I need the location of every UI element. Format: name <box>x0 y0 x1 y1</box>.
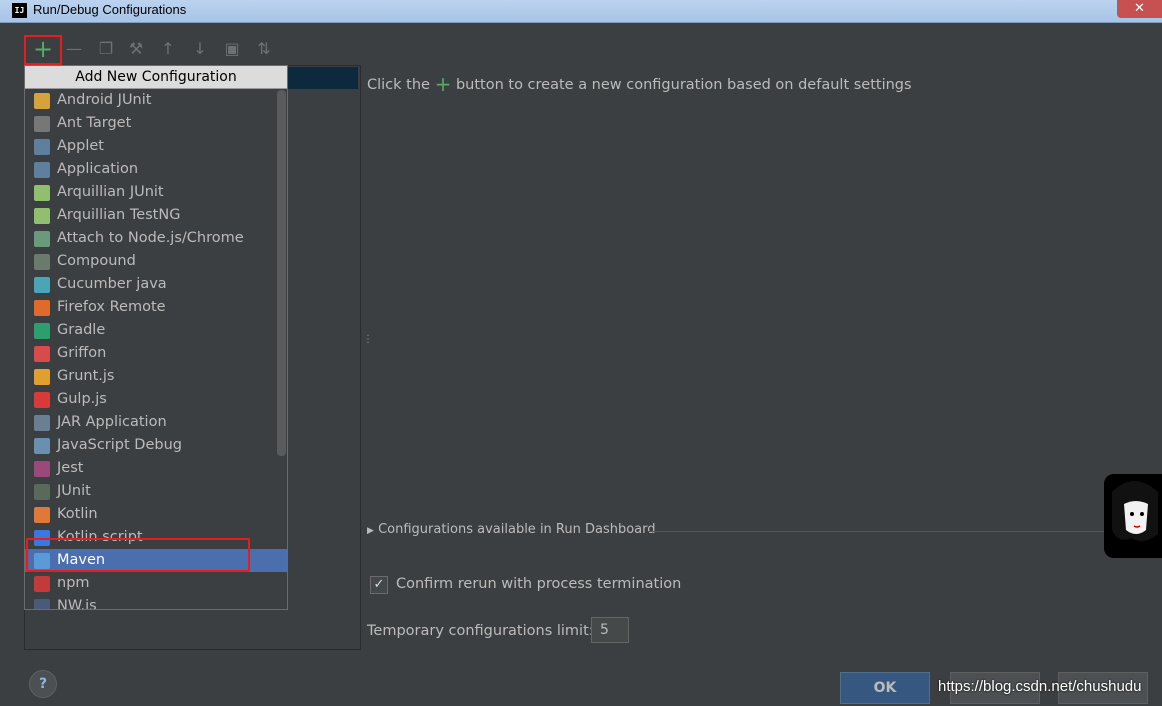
add-configuration-popup: Add New Configuration Android JUnit Ant T… <box>24 65 288 610</box>
sort-icon[interactable]: ⇅ <box>250 35 278 63</box>
expand-triangle-icon: ▶ <box>367 526 374 536</box>
arquillian-icon <box>34 208 50 224</box>
config-type-label: Android JUnit <box>57 92 152 108</box>
config-type-griffon[interactable]: Griffon <box>25 342 287 365</box>
config-type-attach-to-node-js-chrome[interactable]: Attach to Node.js/Chrome <box>25 227 287 250</box>
divider <box>648 531 1108 532</box>
temp-limit-input[interactable]: 5 <box>591 617 629 643</box>
junit-icon <box>34 484 50 500</box>
config-type-label: Gradle <box>57 322 106 338</box>
config-type-label: Arquillian JUnit <box>57 184 164 200</box>
title-bar: IJ Run/Debug Configurations ✕ <box>0 0 1162 23</box>
copy-icon[interactable]: ❐ <box>92 35 120 63</box>
compound-icon <box>34 254 50 270</box>
config-type-jar-application[interactable]: JAR Application <box>25 411 287 434</box>
jest-icon <box>34 461 50 477</box>
run-dashboard-label: Configurations available in Run Dashboar… <box>378 522 656 537</box>
config-type-compound[interactable]: Compound <box>25 250 287 273</box>
applet-icon <box>34 139 50 155</box>
grunt-icon <box>34 369 50 385</box>
hint-suffix: button to create a new configuration bas… <box>455 77 912 93</box>
config-type-npm[interactable]: npm <box>25 572 287 595</box>
temp-limit-label: Temporary configurations limit: <box>367 623 594 639</box>
watermark: https://blog.csdn.net/chushudu <box>938 678 1142 695</box>
config-type-jest[interactable]: Jest <box>25 457 287 480</box>
config-type-nw-js[interactable]: NW.js <box>25 595 287 610</box>
android-junit-icon <box>34 93 50 109</box>
cucumber-icon <box>34 277 50 293</box>
config-type-label: Ant Target <box>57 115 132 131</box>
folder-icon[interactable]: ▣ <box>218 35 246 63</box>
config-type-label: Cucumber java <box>57 276 167 292</box>
griffon-icon <box>34 346 50 362</box>
configurations-toolbar: + — ❐ ⚒ ↑ ↓ ▣ ⇅ <box>24 35 284 65</box>
config-type-applet[interactable]: Applet <box>25 135 287 158</box>
popup-scrollbar[interactable] <box>277 90 286 456</box>
config-type-javascript-debug[interactable]: JavaScript Debug <box>25 434 287 457</box>
config-type-ant-target[interactable]: Ant Target <box>25 112 287 135</box>
firefox-icon <box>34 300 50 316</box>
config-type-android-junit[interactable]: Android JUnit <box>25 89 287 112</box>
config-type-gradle[interactable]: Gradle <box>25 319 287 342</box>
config-type-label: Applet <box>57 138 104 154</box>
config-type-kotlin[interactable]: Kotlin <box>25 503 287 526</box>
config-type-label: JAR Application <box>57 414 167 430</box>
empty-state-hint: Click the + button to create a new confi… <box>367 72 912 96</box>
config-type-label: Jest <box>57 460 84 476</box>
kotlin-icon <box>34 507 50 523</box>
js-debug-icon <box>34 438 50 454</box>
intellij-app-icon: IJ <box>12 3 27 18</box>
help-button[interactable]: ? <box>29 670 57 698</box>
config-type-label: Kotlin <box>57 506 98 522</box>
config-type-application[interactable]: Application <box>25 158 287 181</box>
tree-selection-highlight <box>286 67 358 89</box>
config-type-label: Griffon <box>57 345 107 361</box>
move-up-icon[interactable]: ↑ <box>154 35 182 63</box>
application-icon <box>34 162 50 178</box>
hint-prefix: Click the <box>367 77 430 93</box>
edit-defaults-icon[interactable]: ⚒ <box>122 35 150 63</box>
avatar <box>1104 474 1162 558</box>
configuration-type-list: Android JUnit Ant Target Applet Application… <box>25 89 287 610</box>
confirm-rerun-label: Confirm rerun with process termination <box>396 576 682 592</box>
ant-icon <box>34 116 50 132</box>
config-type-label: Arquillian TestNG <box>57 207 181 223</box>
config-type-gulp-js[interactable]: Gulp.js <box>25 388 287 411</box>
jar-icon <box>34 415 50 431</box>
maven-highlight-box <box>26 538 250 572</box>
config-type-label: NW.js <box>57 598 97 610</box>
popup-header: Add New Configuration <box>25 66 287 89</box>
add-configuration-button[interactable]: + <box>24 35 62 65</box>
config-type-label: Attach to Node.js/Chrome <box>57 230 244 246</box>
config-type-label: Gulp.js <box>57 391 107 407</box>
confirm-rerun-checkbox[interactable]: ✓ <box>370 576 388 594</box>
run-dashboard-toggle[interactable]: ▶ Configurations available in Run Dashbo… <box>367 522 656 537</box>
npm-icon <box>34 576 50 592</box>
config-type-label: npm <box>57 575 90 591</box>
add-plus-icon: + <box>434 72 452 96</box>
config-type-label: JUnit <box>57 483 91 499</box>
config-type-junit[interactable]: JUnit <box>25 480 287 503</box>
remove-icon[interactable]: — <box>60 35 88 63</box>
config-type-label: Grunt.js <box>57 368 115 384</box>
config-type-arquillian-testng[interactable]: Arquillian TestNG <box>25 204 287 227</box>
move-down-icon[interactable]: ↓ <box>186 35 214 63</box>
config-type-grunt-js[interactable]: Grunt.js <box>25 365 287 388</box>
node-attach-icon <box>34 231 50 247</box>
config-type-arquillian-junit[interactable]: Arquillian JUnit <box>25 181 287 204</box>
window-title: Run/Debug Configurations <box>33 2 187 17</box>
splitter-handle[interactable]: ⋮ <box>363 334 373 350</box>
config-type-label: Application <box>57 161 139 177</box>
gradle-icon <box>34 323 50 339</box>
close-window-button[interactable]: ✕ <box>1117 0 1162 18</box>
config-type-label: JavaScript Debug <box>57 437 182 453</box>
ok-button[interactable]: OK <box>840 672 930 704</box>
gulp-icon <box>34 392 50 408</box>
nwjs-icon <box>34 599 50 609</box>
config-type-label: Firefox Remote <box>57 299 166 315</box>
config-type-firefox-remote[interactable]: Firefox Remote <box>25 296 287 319</box>
config-type-label: Compound <box>57 253 136 269</box>
arquillian-icon <box>34 185 50 201</box>
config-type-cucumber-java[interactable]: Cucumber java <box>25 273 287 296</box>
